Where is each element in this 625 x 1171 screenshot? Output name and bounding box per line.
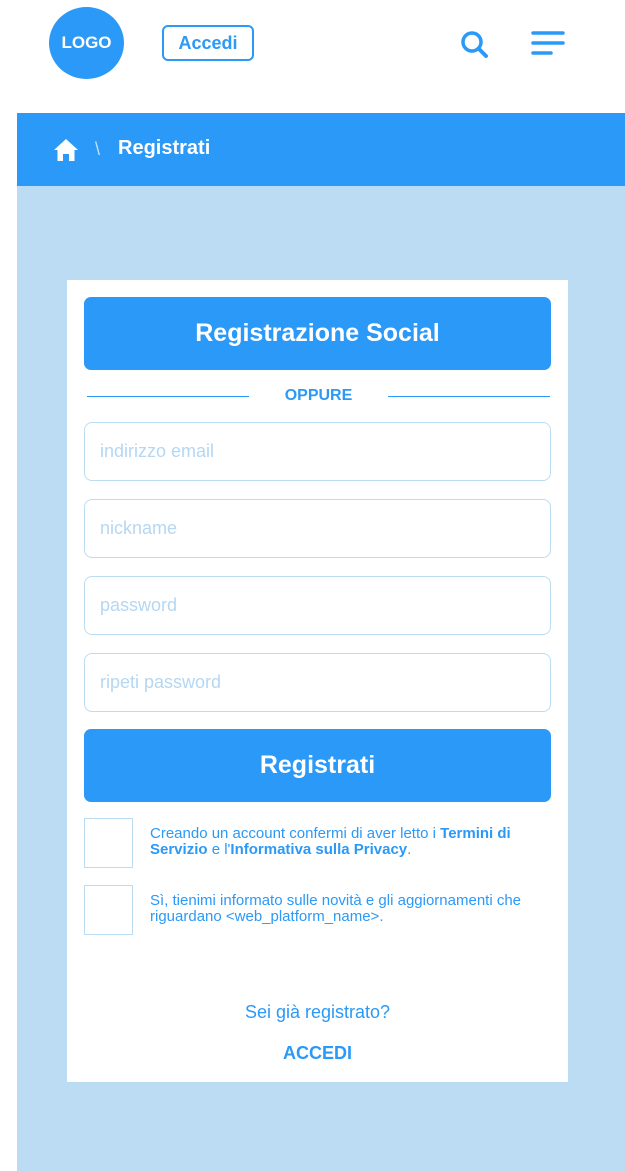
menu-icon[interactable] bbox=[531, 30, 565, 58]
terms-text-after: . bbox=[407, 841, 412, 858]
breadcrumb-current: Registrati bbox=[118, 137, 211, 159]
registration-card: Registrazione Social OPPURE Registrati C… bbox=[67, 280, 568, 1082]
home-icon[interactable] bbox=[53, 138, 79, 162]
password-field[interactable] bbox=[84, 576, 551, 635]
divider-line-right bbox=[388, 396, 550, 397]
login-link[interactable]: ACCEDI bbox=[67, 1043, 568, 1064]
divider-line-left bbox=[87, 396, 249, 397]
newsletter-consent-text: Sì, tienimi informato sulle novità e gli… bbox=[150, 892, 522, 925]
login-button[interactable]: Accedi bbox=[162, 25, 254, 61]
repeat-password-field[interactable] bbox=[84, 653, 551, 712]
newsletter-checkbox[interactable] bbox=[84, 885, 133, 935]
terms-consent-text: Creando un account confermi di aver lett… bbox=[150, 826, 555, 858]
already-registered-text: Sei già registrato? bbox=[244, 1002, 391, 1022]
register-button[interactable]: Registrati bbox=[84, 729, 551, 802]
terms-text-middle: e l' bbox=[207, 841, 231, 858]
terms-text-before: Creando un account confermi di aver lett… bbox=[150, 825, 441, 842]
breadcrumb-separator: \ bbox=[95, 139, 101, 159]
search-icon[interactable] bbox=[459, 29, 491, 61]
logo[interactable]: LOGO bbox=[49, 7, 124, 79]
terms-checkbox[interactable] bbox=[84, 818, 133, 868]
privacy-policy-link[interactable]: Informativa sulla Privacy bbox=[230, 841, 407, 858]
divider-text: OPPURE bbox=[284, 387, 353, 404]
email-field[interactable] bbox=[84, 422, 551, 481]
nickname-field[interactable] bbox=[84, 499, 551, 558]
social-registration-button[interactable]: Registrazione Social bbox=[84, 297, 551, 370]
breadcrumb: \ Registrati bbox=[17, 113, 625, 186]
